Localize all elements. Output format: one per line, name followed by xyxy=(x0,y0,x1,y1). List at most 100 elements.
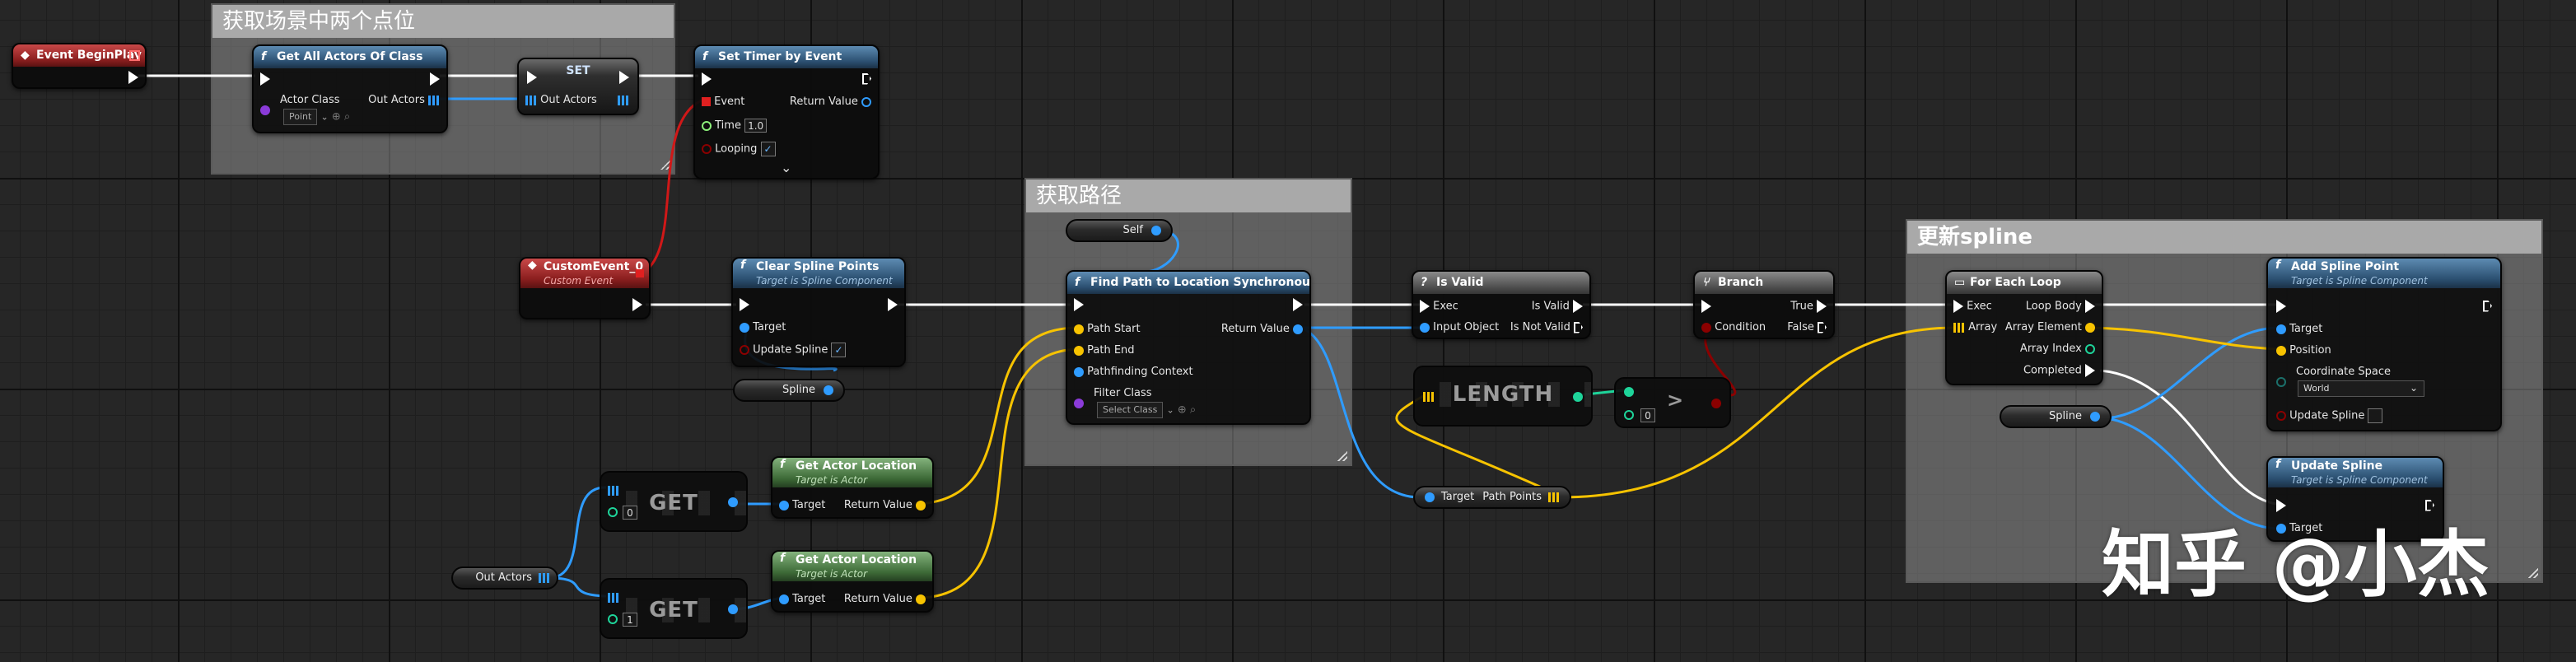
delegate-pin[interactable] xyxy=(636,269,644,277)
out-actors-pin[interactable]: Out Actors xyxy=(368,94,440,107)
loop-body-pin[interactable]: Loop Body xyxy=(2026,300,2095,314)
exec-in-pin[interactable]: Exec xyxy=(1953,300,1992,314)
exec-in-pin[interactable] xyxy=(1074,298,1084,312)
actor-class-pin[interactable]: Actor Class xyxy=(260,94,340,115)
int-pin-icon[interactable] xyxy=(1624,387,1634,397)
node-array-length[interactable]: LENGTH xyxy=(1413,366,1593,427)
variable-out-actors[interactable]: Out Actors xyxy=(451,566,558,590)
exec-out-pin[interactable] xyxy=(619,71,629,85)
node-find-path-to-location-synchronously[interactable]: f Find Path to Location Synchronously Pa… xyxy=(1066,270,1311,425)
object-pin-icon[interactable] xyxy=(824,385,833,395)
node-add-spline-point[interactable]: f Add Spline Point Target is Spline Comp… xyxy=(2266,257,2502,431)
true-out-pin[interactable]: True xyxy=(1790,300,1827,314)
int-pin-icon[interactable] xyxy=(1624,410,1634,420)
completed-pin[interactable]: Completed xyxy=(2023,364,2095,378)
target-pin[interactable]: Target xyxy=(2276,323,2322,336)
node-get-actor-location-1[interactable]: f Get Actor Location Target is Actor Tar… xyxy=(771,550,934,613)
out-actors-out-pin[interactable] xyxy=(618,94,629,107)
node-custom-event[interactable]: ◆ CustomEvent_0 Custom Event xyxy=(519,257,651,319)
event-pin[interactable]: Event xyxy=(702,96,744,109)
node-clear-spline-points[interactable]: f Clear Spline Points Target is Spline C… xyxy=(731,257,906,367)
array-pin-icon[interactable] xyxy=(1548,492,1560,502)
index-input[interactable]: 1 xyxy=(623,613,637,627)
return-value-pin[interactable]: Return Value xyxy=(790,96,871,109)
node-greater-than[interactable]: > 0 xyxy=(1614,377,1731,428)
array-pin[interactable]: Array xyxy=(1953,321,1997,334)
class-dropdown[interactable]: Select Class xyxy=(1097,402,1164,418)
exec-in-pin[interactable] xyxy=(527,71,537,85)
target-pin[interactable]: Target xyxy=(779,499,825,512)
variable-self[interactable]: Self xyxy=(1066,219,1173,242)
node-break-path[interactable]: Target Path Points xyxy=(1413,486,1571,509)
node-set-variable[interactable]: SET Out Actors xyxy=(517,58,639,115)
bool-pin-icon[interactable] xyxy=(1711,399,1721,408)
coordinate-space-dropdown[interactable]: World xyxy=(2298,380,2424,397)
update-spline-pin[interactable]: Update Spline ✓ xyxy=(740,343,847,357)
node-get-all-actors-of-class[interactable]: f Get All Actors Of Class Actor Class Po… xyxy=(252,44,448,133)
object-pin-icon[interactable] xyxy=(1151,226,1161,235)
class-dropdown[interactable]: Point xyxy=(283,109,318,125)
return-value-pin[interactable]: Return Value xyxy=(844,499,926,512)
index-input[interactable]: 0 xyxy=(623,506,637,520)
node-array-get-0[interactable]: GET 0 xyxy=(600,471,748,532)
delegate-pin[interactable] xyxy=(129,50,140,61)
array-index-pin[interactable]: Array Index xyxy=(2020,343,2095,356)
is-valid-out-pin[interactable]: Is Valid xyxy=(1532,300,1583,314)
exec-in-pin[interactable] xyxy=(260,72,270,86)
out-actors-in-pin[interactable]: Out Actors xyxy=(525,94,597,107)
object-pin-icon[interactable] xyxy=(728,497,738,507)
variable-spline[interactable]: Spline xyxy=(733,379,845,402)
coordinate-space-pin[interactable]: Coordinate Space xyxy=(2276,366,2391,387)
browse-icon[interactable]: ⊕ xyxy=(1178,404,1187,417)
array-pin-icon[interactable] xyxy=(1423,392,1435,402)
exec-in-pin[interactable] xyxy=(2276,300,2286,314)
path-end-pin[interactable]: Path End xyxy=(1074,344,1135,357)
update-spline-checkbox[interactable]: ✓ xyxy=(831,343,847,357)
array-pin-icon[interactable] xyxy=(608,593,619,603)
looping-pin[interactable]: Looping ✓ xyxy=(702,142,776,156)
search-icon[interactable]: ⌕ xyxy=(1190,404,1196,417)
exec-out-pin[interactable] xyxy=(430,72,440,86)
filter-class-select[interactable]: Select Class ⌄ ⊕ ⌕ xyxy=(1097,402,1196,418)
coordinate-space-select[interactable]: World ⌄ xyxy=(2298,380,2424,397)
return-value-pin[interactable]: Return Value xyxy=(844,593,926,606)
node-get-actor-location-0[interactable]: f Get Actor Location Target is Actor Tar… xyxy=(771,456,934,519)
search-icon[interactable]: ⌕ xyxy=(344,111,350,124)
time-pin[interactable]: Time 1.0 xyxy=(702,119,768,133)
exec-in-pin[interactable] xyxy=(702,72,712,86)
position-pin[interactable]: Position xyxy=(2276,344,2331,357)
pathfinding-context-pin[interactable]: Pathfinding Context xyxy=(1074,366,1193,379)
int-pin-icon[interactable] xyxy=(1573,392,1583,402)
int-pin-icon[interactable] xyxy=(608,507,618,517)
variable-spline[interactable]: Spline xyxy=(2000,405,2112,428)
looping-checkbox[interactable]: ✓ xyxy=(760,142,776,156)
false-out-pin[interactable]: False xyxy=(1787,321,1827,334)
exec-out-pin[interactable] xyxy=(632,298,642,312)
input-object-pin[interactable]: Input Object xyxy=(1420,321,1499,334)
node-branch[interactable]: ⑂ Branch True Condition False xyxy=(1693,270,1835,339)
target-pin[interactable]: Target xyxy=(740,321,786,334)
exec-out-pin[interactable] xyxy=(1293,298,1303,312)
compare-value-input[interactable]: 0 xyxy=(1640,408,1655,422)
filter-class-pin[interactable]: Filter Class xyxy=(1074,387,1152,408)
node-for-each-loop[interactable]: ▭ For Each Loop Exec Loop Body Array Arr… xyxy=(1945,270,2103,385)
update-spline-pin[interactable]: Update Spline xyxy=(2276,408,2383,423)
object-pin-icon[interactable] xyxy=(728,604,738,614)
exec-in-pin[interactable] xyxy=(740,298,749,312)
actor-class-select[interactable]: Point ⌄ ⊕ ⌕ xyxy=(283,109,350,125)
node-event-beginplay[interactable]: ◆ Event BeginPlay xyxy=(12,43,147,89)
node-set-timer-by-event[interactable]: f Set Timer by Event Event Return Value … xyxy=(693,44,880,179)
exec-in-pin[interactable]: Exec xyxy=(1420,300,1458,314)
node-array-get-1[interactable]: GET 1 xyxy=(600,578,748,639)
object-pin-icon[interactable] xyxy=(2090,412,2100,422)
time-input[interactable]: 1.0 xyxy=(744,119,768,133)
update-spline-checkbox[interactable] xyxy=(2368,408,2383,423)
expand-advanced-button[interactable]: ⌄ xyxy=(781,161,791,176)
exec-out-pin[interactable] xyxy=(862,72,871,86)
return-value-pin[interactable]: Return Value xyxy=(1221,323,1303,336)
array-pin-icon[interactable] xyxy=(608,486,619,496)
int-pin-icon[interactable] xyxy=(608,614,618,624)
path-start-pin[interactable]: Path Start xyxy=(1074,323,1141,336)
array-pin-icon[interactable] xyxy=(539,573,550,583)
exec-out-pin[interactable] xyxy=(2483,300,2492,313)
